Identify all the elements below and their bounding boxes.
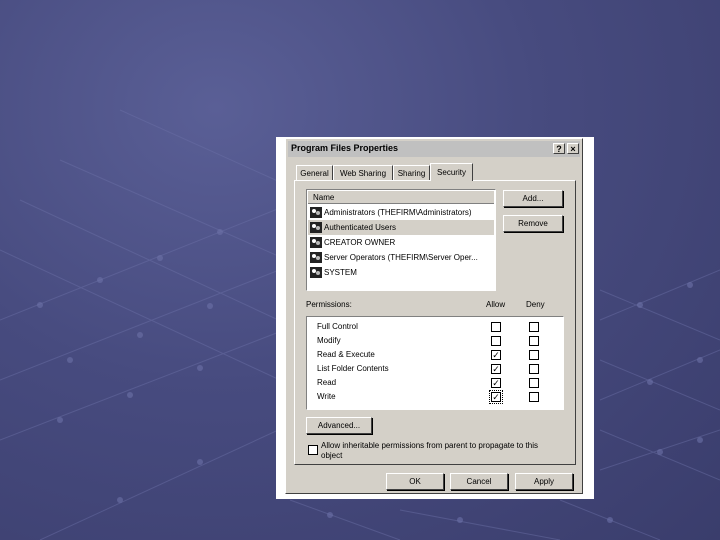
permissions-list: Full Control Modify Read & Execute List …	[306, 316, 564, 410]
permission-name: Modify	[317, 336, 341, 345]
list-item[interactable]: Authenticated Users	[308, 220, 494, 235]
permission-row: Write	[307, 390, 563, 404]
deny-checkbox[interactable]	[529, 392, 539, 402]
user-name: Server Operators (THEFIRM\Server Oper...	[324, 253, 478, 262]
title-bar[interactable]: Program Files Properties ? ×	[288, 141, 580, 157]
properties-dialog: Program Files Properties ? × General Web…	[285, 138, 583, 494]
permission-name: Read & Execute	[317, 350, 375, 359]
deny-checkbox[interactable]	[529, 322, 539, 332]
allow-checkbox[interactable]	[491, 322, 501, 332]
permission-row: Read	[307, 376, 563, 390]
permission-row: Full Control	[307, 320, 563, 334]
allow-checkbox[interactable]	[491, 350, 501, 360]
user-group-icon	[310, 237, 322, 248]
tab-web-sharing[interactable]: Web Sharing	[333, 165, 393, 180]
remove-button[interactable]: Remove	[503, 215, 563, 232]
tab-general[interactable]: General	[296, 165, 333, 180]
permission-name: List Folder Contents	[317, 364, 389, 373]
ok-button[interactable]: OK	[386, 473, 444, 490]
list-item[interactable]: Administrators (THEFIRM\Administrators)	[308, 205, 494, 220]
deny-checkbox[interactable]	[529, 364, 539, 374]
users-list[interactable]: Name Administrators (THEFIRM\Administrat…	[306, 189, 496, 291]
tab-sharing[interactable]: Sharing	[393, 165, 430, 180]
user-name: Administrators (THEFIRM\Administrators)	[324, 208, 472, 217]
screenshot-frame: Program Files Properties ? × General Web…	[276, 137, 594, 499]
allow-checkbox[interactable]	[491, 378, 501, 388]
allow-header: Allow	[486, 300, 506, 309]
add-button[interactable]: Add...	[503, 190, 563, 207]
permission-row: Modify	[307, 334, 563, 348]
allow-checkbox[interactable]	[491, 336, 501, 346]
close-button[interactable]: ×	[567, 143, 579, 154]
user-group-icon	[310, 252, 322, 263]
permission-name: Full Control	[317, 322, 358, 331]
permissions-label: Permissions:	[306, 300, 352, 309]
user-group-icon	[310, 267, 322, 278]
user-group-icon	[310, 207, 322, 218]
tab-security[interactable]: Security	[430, 163, 473, 181]
deny-checkbox[interactable]	[529, 350, 539, 360]
permission-name: Read	[317, 378, 337, 387]
permission-row: Read & Execute	[307, 348, 563, 362]
inherit-checkbox[interactable]	[308, 445, 318, 455]
list-item[interactable]: Server Operators (THEFIRM\Server Oper...	[308, 250, 494, 265]
list-item[interactable]: CREATOR OWNER	[308, 235, 494, 250]
cancel-button[interactable]: Cancel	[450, 473, 508, 490]
deny-checkbox[interactable]	[529, 378, 539, 388]
permission-row: List Folder Contents	[307, 362, 563, 376]
inherit-label: Allow inheritable permissions from paren…	[321, 441, 538, 460]
user-name: Authenticated Users	[324, 223, 397, 232]
user-name: SYSTEM	[324, 268, 357, 277]
user-name: CREATOR OWNER	[324, 238, 396, 247]
deny-header: Deny	[526, 300, 545, 309]
help-button[interactable]: ?	[553, 143, 565, 154]
permission-name: Write	[317, 392, 336, 401]
apply-button[interactable]: Apply	[515, 473, 573, 490]
list-header-name[interactable]: Name	[308, 191, 494, 204]
list-item[interactable]: SYSTEM	[308, 265, 494, 280]
advanced-button[interactable]: Advanced...	[306, 417, 372, 434]
allow-checkbox[interactable]	[491, 364, 501, 374]
user-group-icon	[310, 222, 322, 233]
allow-checkbox[interactable]	[489, 390, 503, 404]
dialog-title: Program Files Properties	[291, 143, 399, 153]
deny-checkbox[interactable]	[529, 336, 539, 346]
